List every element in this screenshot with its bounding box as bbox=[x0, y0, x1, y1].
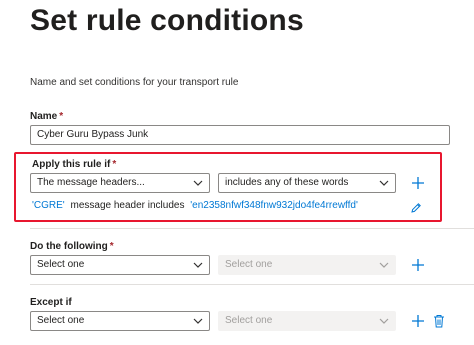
do-following-label: Do the following * bbox=[30, 241, 114, 252]
action-secondary-dropdown-value: Select one bbox=[225, 259, 273, 270]
page-subtitle: Name and set conditions for your transpo… bbox=[30, 77, 239, 88]
required-mark: * bbox=[109, 241, 114, 252]
action-dropdown-value: Select one bbox=[37, 259, 85, 270]
apply-rule-label-text: Apply this rule if bbox=[32, 159, 111, 170]
header-name-link[interactable]: 'CGRE' bbox=[32, 200, 65, 211]
except-if-label: Except if bbox=[30, 297, 72, 308]
chevron-down-icon bbox=[379, 180, 389, 186]
action-secondary-dropdown: Select one bbox=[218, 255, 396, 275]
exception-dropdown-value: Select one bbox=[37, 315, 85, 326]
chevron-down-icon bbox=[193, 180, 203, 186]
chevron-down-icon bbox=[193, 318, 203, 324]
action-dropdown[interactable]: Select one bbox=[30, 255, 210, 275]
edit-pencil-icon[interactable] bbox=[410, 202, 422, 214]
exception-dropdown[interactable]: Select one bbox=[30, 311, 210, 331]
section-divider bbox=[30, 228, 474, 229]
plus-icon[interactable] bbox=[411, 314, 425, 328]
name-label-text: Name bbox=[30, 111, 58, 122]
chevron-down-icon bbox=[379, 318, 389, 324]
words-value-link[interactable]: 'en2358nfwf348fnw932jdo4fe4rrewffd' bbox=[190, 200, 358, 211]
rule-name-input[interactable]: Cyber Guru Bypass Junk bbox=[30, 125, 450, 145]
delete-trash-icon[interactable] bbox=[433, 314, 445, 328]
plus-icon[interactable] bbox=[411, 258, 425, 272]
name-label: Name * bbox=[30, 111, 63, 122]
exception-secondary-dropdown-value: Select one bbox=[225, 315, 273, 326]
summary-text: message header includes bbox=[70, 200, 185, 211]
condition-summary: 'CGRE' message header includes 'en2358nf… bbox=[32, 200, 358, 211]
page-title: Set rule conditions bbox=[30, 4, 304, 37]
apply-rule-label: Apply this rule if * bbox=[32, 159, 116, 170]
operator-dropdown[interactable]: includes any of these words bbox=[218, 173, 396, 193]
required-mark: * bbox=[59, 111, 64, 122]
chevron-down-icon bbox=[379, 262, 389, 268]
do-following-label-text: Do the following bbox=[30, 241, 108, 252]
required-mark: * bbox=[112, 159, 117, 170]
section-divider bbox=[30, 284, 474, 285]
operator-dropdown-value: includes any of these words bbox=[225, 177, 349, 188]
exception-secondary-dropdown: Select one bbox=[218, 311, 396, 331]
condition-dropdown[interactable]: The message headers... bbox=[30, 173, 210, 193]
plus-icon[interactable] bbox=[411, 176, 425, 190]
condition-dropdown-value: The message headers... bbox=[37, 177, 145, 188]
chevron-down-icon bbox=[193, 262, 203, 268]
